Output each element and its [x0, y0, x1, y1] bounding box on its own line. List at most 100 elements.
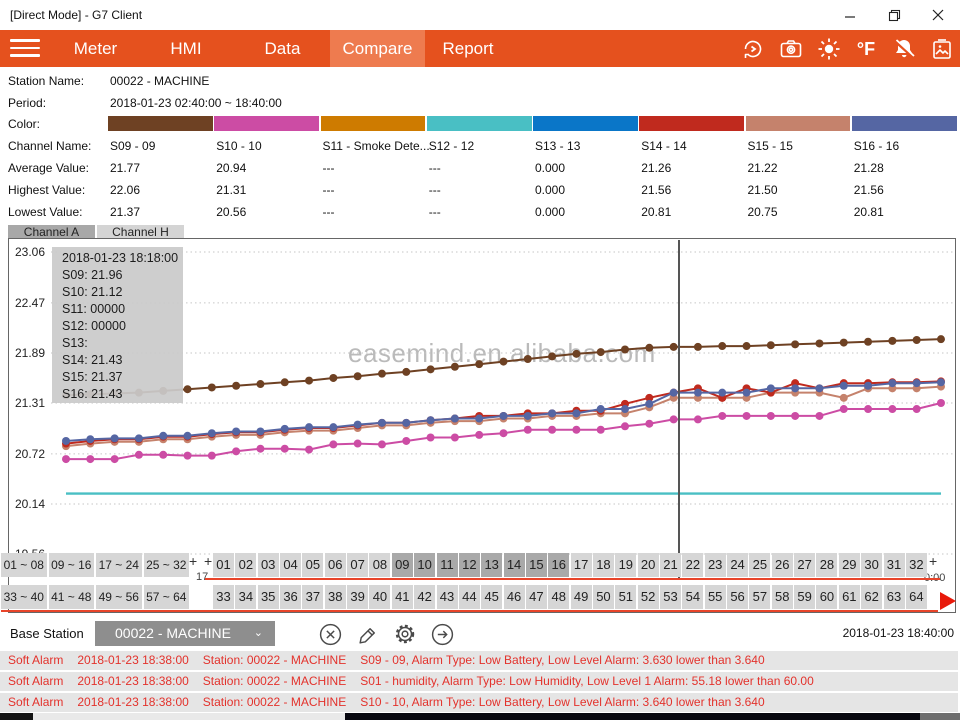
channel-number-51[interactable]: 51: [615, 585, 636, 609]
channel-number-38[interactable]: 38: [325, 585, 346, 609]
channel-number-59[interactable]: 59: [794, 585, 815, 609]
channel-number-17[interactable]: 17: [571, 553, 592, 577]
base-station-dropdown[interactable]: 00022 - MACHINE ⌄: [95, 621, 275, 646]
expand-plus-button[interactable]: +: [189, 553, 197, 569]
channel-number-64[interactable]: 64: [906, 585, 927, 609]
channel-number-28[interactable]: 28: [816, 553, 837, 577]
channel-number-14[interactable]: 14: [504, 553, 525, 577]
channel-number-55[interactable]: 55: [705, 585, 726, 609]
channel-number-09[interactable]: 09: [392, 553, 413, 577]
channel-number-12[interactable]: 12: [459, 553, 480, 577]
channel-number-56[interactable]: 56: [727, 585, 748, 609]
channel-number-43[interactable]: 43: [437, 585, 458, 609]
snapshot-gallery-icon[interactable]: [929, 37, 955, 61]
channel-number-16[interactable]: 16: [548, 553, 569, 577]
camera-icon[interactable]: [778, 37, 804, 61]
channel-number-03[interactable]: 03: [258, 553, 279, 577]
close-button[interactable]: [916, 0, 960, 30]
channel-number-06[interactable]: 06: [325, 553, 346, 577]
channel-number-35[interactable]: 35: [258, 585, 279, 609]
channel-number-62[interactable]: 62: [861, 585, 882, 609]
channel-number-41[interactable]: 41: [392, 585, 413, 609]
minimize-button[interactable]: [828, 0, 872, 30]
expand-plus-button[interactable]: +: [929, 553, 937, 569]
channel-number-27[interactable]: 27: [794, 553, 815, 577]
channel-number-54[interactable]: 54: [682, 585, 703, 609]
channel-number-40[interactable]: 40: [369, 585, 390, 609]
range-button-57-64[interactable]: 57 ~ 64: [144, 585, 190, 609]
channel-number-25[interactable]: 25: [749, 553, 770, 577]
channel-number-11[interactable]: 11: [437, 553, 458, 577]
channel-number-47[interactable]: 47: [526, 585, 547, 609]
expand-plus-button[interactable]: +: [204, 553, 212, 569]
channel-number-24[interactable]: 24: [727, 553, 748, 577]
channel-number-44[interactable]: 44: [459, 585, 480, 609]
channel-number-01[interactable]: 01: [213, 553, 234, 577]
channel-number-34[interactable]: 34: [235, 585, 256, 609]
export-icon[interactable]: [428, 620, 456, 648]
range-button-25-32[interactable]: 25 ~ 32: [144, 553, 190, 577]
channel-number-23[interactable]: 23: [705, 553, 726, 577]
range-button-17-24[interactable]: 17 ~ 24: [96, 553, 142, 577]
channel-number-58[interactable]: 58: [772, 585, 793, 609]
channel-number-60[interactable]: 60: [816, 585, 837, 609]
channel-number-42[interactable]: 42: [414, 585, 435, 609]
nav-item-compare[interactable]: Compare: [330, 30, 425, 67]
channel-number-08[interactable]: 08: [369, 553, 390, 577]
restore-button[interactable]: [872, 0, 916, 30]
settings-icon[interactable]: [391, 620, 419, 648]
channel-number-63[interactable]: 63: [884, 585, 905, 609]
channel-number-30[interactable]: 30: [861, 553, 882, 577]
range-button-01-08[interactable]: 01 ~ 08: [1, 553, 47, 577]
cancel-icon[interactable]: [316, 620, 344, 648]
channel-number-15[interactable]: 15: [526, 553, 547, 577]
menu-icon[interactable]: [10, 39, 40, 58]
channel-number-10[interactable]: 10: [414, 553, 435, 577]
channel-number-39[interactable]: 39: [347, 585, 368, 609]
alarm-row[interactable]: Soft Alarm2018-01-23 18:38:00Station: 00…: [0, 651, 958, 670]
sync-icon[interactable]: [740, 37, 766, 61]
channel-number-20[interactable]: 20: [638, 553, 659, 577]
range-button-49-56[interactable]: 49 ~ 56: [96, 585, 142, 609]
edit-icon[interactable]: [354, 620, 382, 648]
tab-channel-h[interactable]: Channel H: [97, 225, 184, 239]
channel-number-48[interactable]: 48: [548, 585, 569, 609]
channel-number-57[interactable]: 57: [749, 585, 770, 609]
channel-number-05[interactable]: 05: [302, 553, 323, 577]
channel-number-46[interactable]: 46: [504, 585, 525, 609]
channel-number-19[interactable]: 19: [615, 553, 636, 577]
channel-number-36[interactable]: 36: [280, 585, 301, 609]
alarm-mute-icon[interactable]: [891, 37, 917, 61]
nav-item-hmi[interactable]: HMI: [160, 30, 212, 67]
tab-channel-a[interactable]: Channel A: [8, 225, 95, 239]
nav-item-report[interactable]: Report: [437, 30, 499, 67]
fahrenheit-toggle[interactable]: °F: [853, 37, 879, 61]
range-button-09-16[interactable]: 09 ~ 16: [49, 553, 95, 577]
channel-number-31[interactable]: 31: [884, 553, 905, 577]
channel-number-52[interactable]: 52: [638, 585, 659, 609]
channel-number-61[interactable]: 61: [839, 585, 860, 609]
channel-number-45[interactable]: 45: [481, 585, 502, 609]
brightness-icon[interactable]: [816, 37, 842, 61]
alarm-row[interactable]: Soft Alarm2018-01-23 18:38:00Station: 00…: [0, 672, 958, 691]
channel-number-04[interactable]: 04: [280, 553, 301, 577]
channel-number-50[interactable]: 50: [593, 585, 614, 609]
channel-number-18[interactable]: 18: [593, 553, 614, 577]
channel-number-32[interactable]: 32: [906, 553, 927, 577]
channel-number-37[interactable]: 37: [302, 585, 323, 609]
channel-number-13[interactable]: 13: [481, 553, 502, 577]
nav-item-meter[interactable]: Meter: [68, 30, 123, 67]
range-button-41-48[interactable]: 41 ~ 48: [49, 585, 95, 609]
alarm-row[interactable]: Soft Alarm2018-01-23 18:38:00Station: 00…: [0, 693, 958, 712]
channel-number-22[interactable]: 22: [682, 553, 703, 577]
channel-number-33[interactable]: 33: [213, 585, 234, 609]
channel-number-53[interactable]: 53: [660, 585, 681, 609]
channel-number-02[interactable]: 02: [235, 553, 256, 577]
channel-number-26[interactable]: 26: [772, 553, 793, 577]
nav-item-data[interactable]: Data: [255, 30, 310, 67]
channel-number-49[interactable]: 49: [571, 585, 592, 609]
channel-number-07[interactable]: 07: [347, 553, 368, 577]
channel-number-21[interactable]: 21: [660, 553, 681, 577]
range-button-33-40[interactable]: 33 ~ 40: [1, 585, 47, 609]
channel-number-29[interactable]: 29: [839, 553, 860, 577]
